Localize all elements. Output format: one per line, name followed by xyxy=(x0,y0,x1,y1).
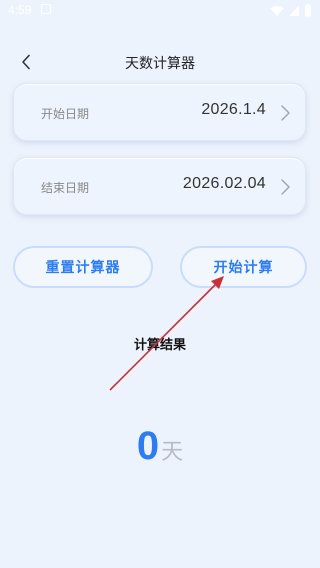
signal-icon xyxy=(289,5,299,16)
wifi-icon xyxy=(270,5,284,16)
end-date-picker[interactable]: 结束日期 2026.02.04 xyxy=(13,157,306,215)
notification-icon xyxy=(41,4,51,14)
result-title: 计算结果 xyxy=(133,338,186,353)
page-title: 天数计算器 xyxy=(125,56,195,72)
start-date-picker[interactable]: 开始日期 2026.1.4 xyxy=(13,83,306,141)
result-number: 0 xyxy=(136,424,160,468)
end-date-value: 2026.02.04 xyxy=(182,175,266,192)
battery-icon xyxy=(305,4,311,17)
chevron-right-icon xyxy=(281,105,290,121)
result-unit: 天 xyxy=(161,440,184,465)
nav-bar: 天数计算器 xyxy=(0,44,320,80)
reset-calculator-button[interactable]: 重置计算器 xyxy=(13,246,153,288)
chevron-right-icon xyxy=(281,179,290,195)
end-date-label: 结束日期 xyxy=(41,181,90,195)
status-icons xyxy=(270,4,312,17)
status-time: 4:59 xyxy=(8,3,32,17)
start-calculation-button[interactable]: 开始计算 xyxy=(180,246,307,288)
start-date-label: 开始日期 xyxy=(41,107,90,121)
result-display: 0天 xyxy=(0,424,320,469)
status-bar: 4:59 xyxy=(0,0,320,22)
start-date-value: 2026.1.4 xyxy=(201,101,266,118)
